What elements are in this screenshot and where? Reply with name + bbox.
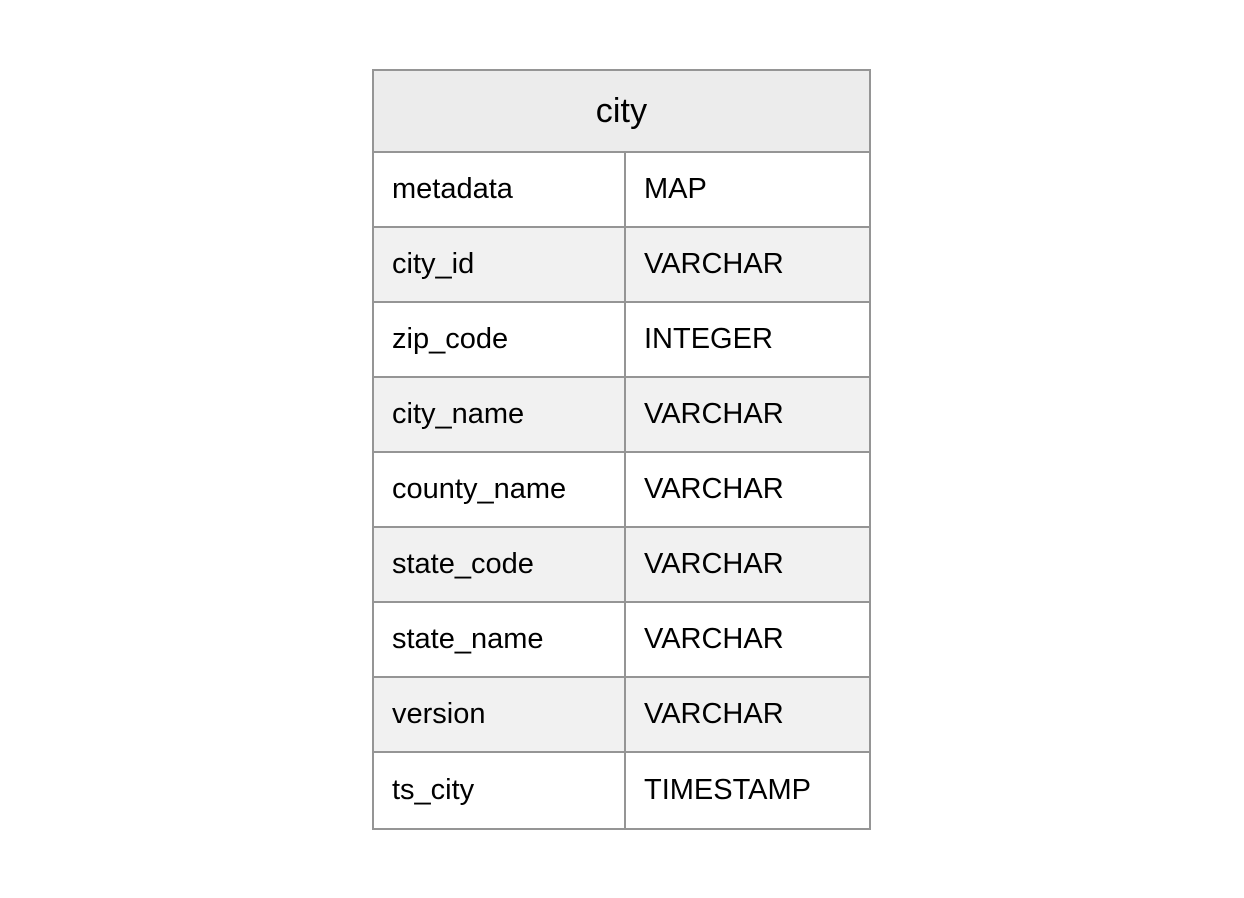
diagram-canvas: city metadata MAP city_id VARCHAR zip_code IN… <box>0 0 1244 898</box>
field-row: zip_code INTEGER <box>374 303 869 378</box>
field-type-cell: VARCHAR <box>644 473 784 505</box>
field-name-cell: state_code <box>374 528 626 601</box>
field-row: city_name VARCHAR <box>374 378 869 453</box>
field-row: county_name VARCHAR <box>374 453 869 528</box>
field-type-cell: TIMESTAMP <box>644 774 812 806</box>
field-row: version VARCHAR <box>374 678 869 753</box>
field-type-cell: VARCHAR <box>644 698 784 730</box>
entity-field-list: metadata MAP city_id VARCHAR zip_code INTEGER… <box>374 153 869 828</box>
field-name-cell: zip_code <box>374 303 626 376</box>
entity-title-text: city <box>595 92 648 130</box>
field-row: city_id VARCHAR <box>374 228 869 303</box>
field-name-cell: version <box>374 678 626 751</box>
field-type-cell: VARCHAR <box>644 248 784 280</box>
field-name-cell: metadata <box>374 153 626 226</box>
field-type-cell: INTEGER <box>644 323 773 355</box>
entity-title-bar: city <box>374 71 869 153</box>
field-row: ts_city TIMESTAMP <box>374 753 869 828</box>
field-name-cell: city_name <box>374 378 626 451</box>
field-row: state_name VARCHAR <box>374 603 869 678</box>
field-name-cell: county_name <box>374 453 626 526</box>
field-type-cell: VARCHAR <box>644 548 784 580</box>
entity-table-city: city metadata MAP city_id VARCHAR zip_code IN… <box>372 69 871 830</box>
field-type-cell: VARCHAR <box>644 398 784 430</box>
field-type-cell: VARCHAR <box>644 623 784 655</box>
field-row: state_code VARCHAR <box>374 528 869 603</box>
field-row: metadata MAP <box>374 153 869 228</box>
field-name-cell: city_id <box>374 228 626 301</box>
field-name-cell: state_name <box>374 603 626 676</box>
field-type-cell: MAP <box>644 173 707 205</box>
field-name-cell: ts_city <box>374 753 626 828</box>
